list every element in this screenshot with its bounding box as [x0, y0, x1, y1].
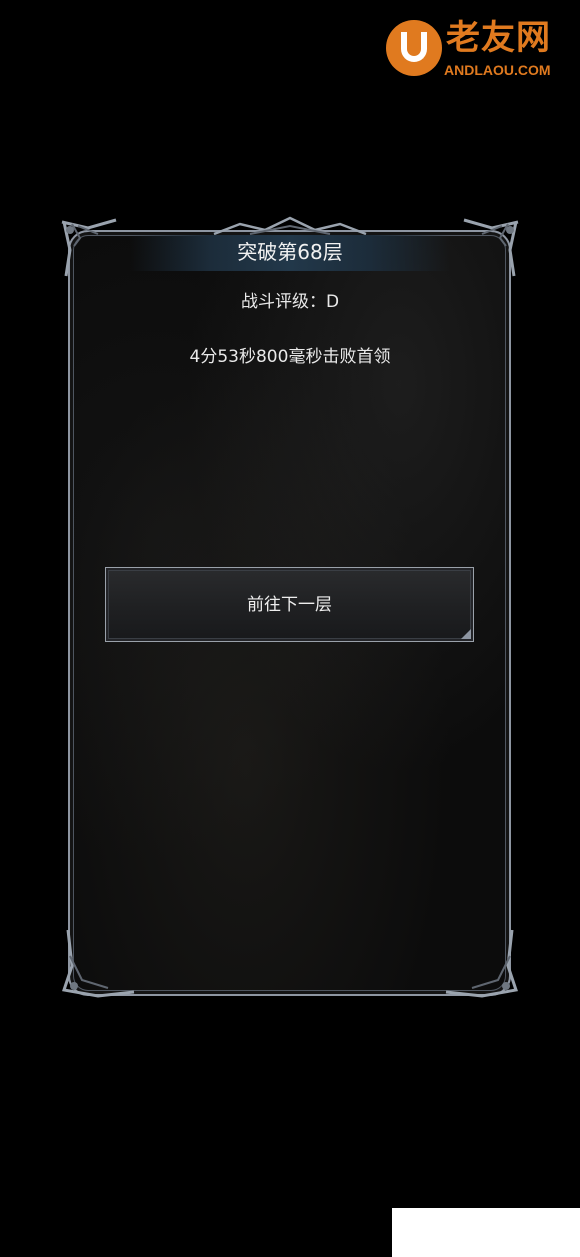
- bottom-right-patch: [392, 1208, 580, 1257]
- boss-kill-time-text: 4分53秒800毫秒击败首领: [189, 347, 391, 367]
- frame-ornament-top-right-icon: [463, 218, 519, 277]
- next-floor-label: 前往下一层: [247, 595, 332, 615]
- dialog-title: 突破第68层: [237, 240, 343, 264]
- battle-grade-text: 战斗评级：D: [240, 292, 340, 312]
- logo-u-icon: [386, 20, 442, 76]
- frame-ornament-bottom-left-icon: [62, 929, 135, 998]
- frame-ornament-bottom-right-icon: [445, 929, 518, 998]
- next-floor-button[interactable]: 前往下一层: [105, 567, 474, 642]
- game-screen: 老友网 ANDLAOU.COM 突破第68层 战斗评级：D 4分53秒800毫秒…: [0, 0, 580, 1257]
- watermark-logo: 老友网 ANDLAOU.COM: [386, 18, 566, 82]
- frame-ornament-top-left-icon: [61, 218, 117, 277]
- watermark-title: 老友网: [446, 18, 551, 58]
- watermark-subtitle: ANDLAOU.COM: [444, 62, 551, 78]
